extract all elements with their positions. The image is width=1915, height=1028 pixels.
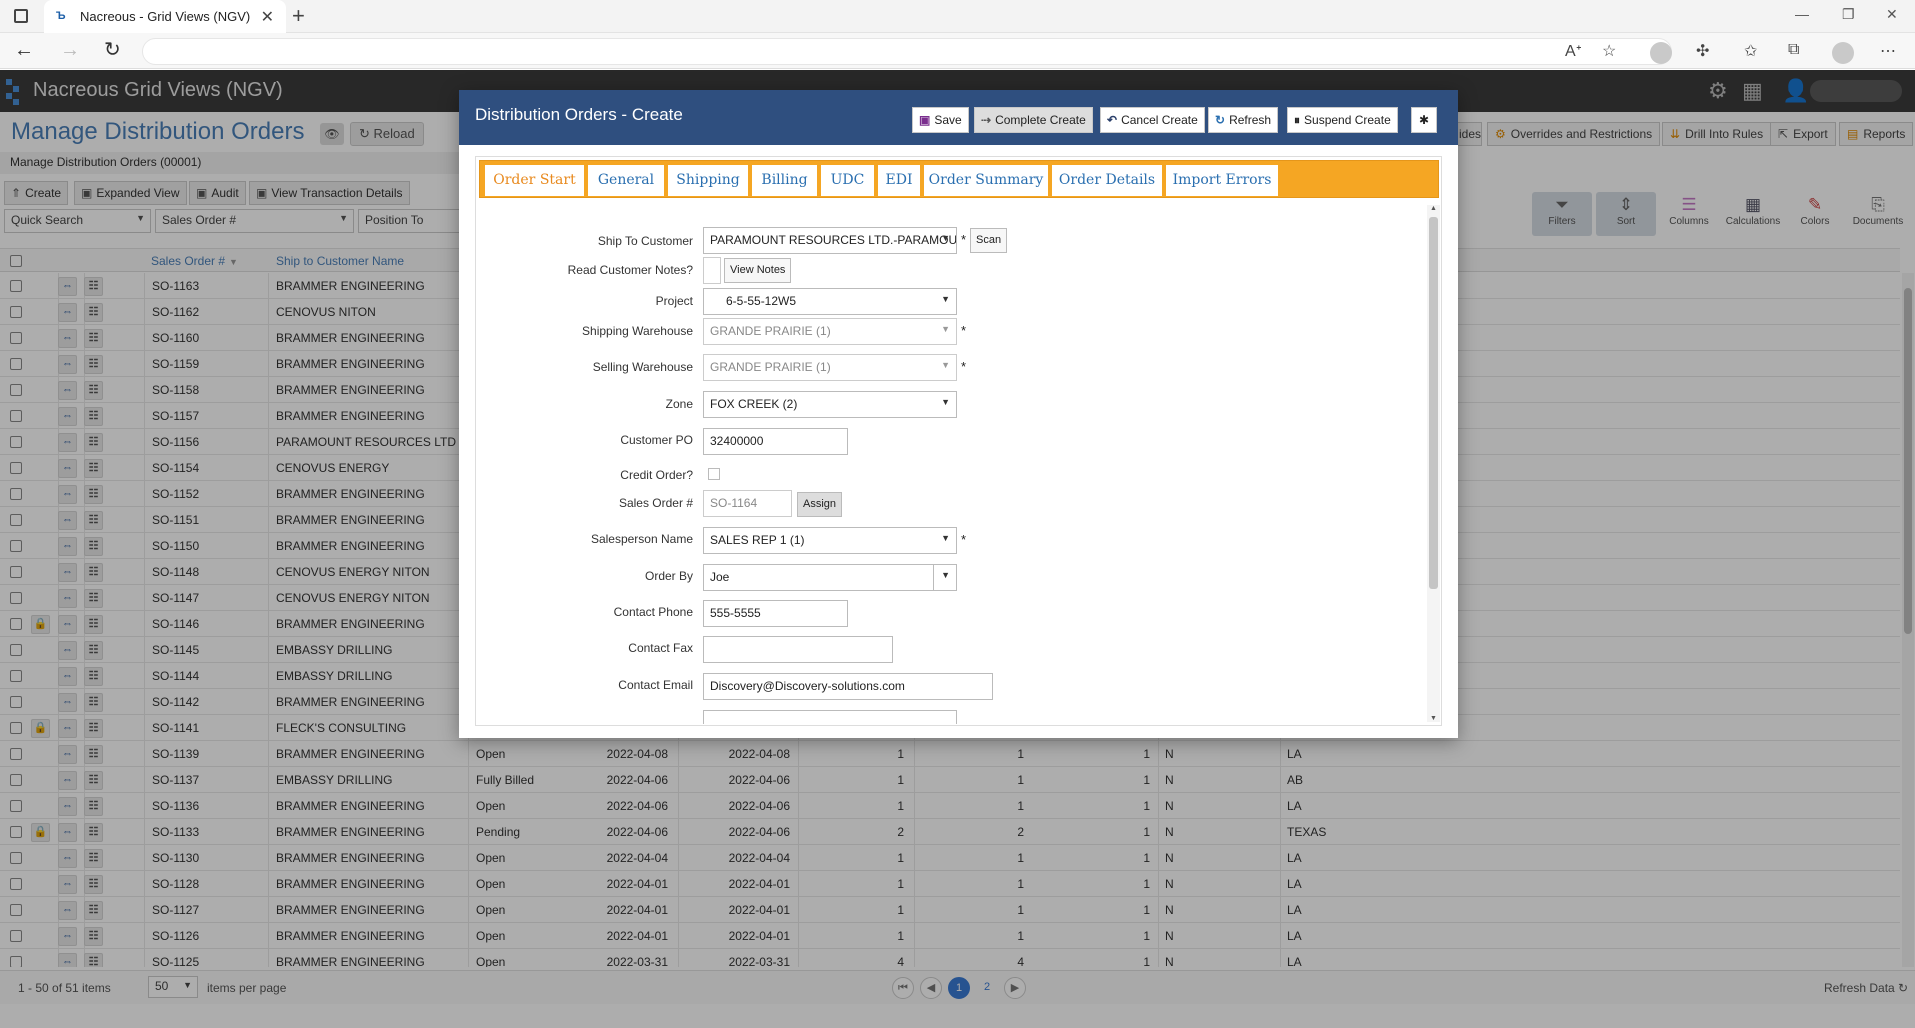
chevron-down-icon: ▼ bbox=[941, 294, 950, 304]
complete-create-button[interactable]: ⇢ Complete Create bbox=[974, 107, 1093, 133]
shipping-warehouse-label: Shipping Warehouse bbox=[582, 324, 693, 338]
required-marker: * bbox=[961, 232, 967, 247]
collections-icon[interactable]: ⧉ bbox=[1788, 41, 1799, 59]
notes-indicator bbox=[703, 257, 721, 284]
address-bar-row: ← → ↻ Aᐩ ☆ ✣ ✩ ⧉ ⋯ bbox=[0, 33, 1915, 69]
scan-button[interactable]: Scan bbox=[970, 228, 1008, 253]
more-icon[interactable]: ⋯ bbox=[1880, 41, 1896, 61]
cancel-create-button[interactable]: ↶ Cancel Create bbox=[1100, 107, 1205, 133]
close-window-button[interactable]: ✕ bbox=[1886, 6, 1898, 23]
project-label: Project bbox=[655, 294, 693, 308]
restore-button[interactable]: ❐ bbox=[1842, 6, 1855, 23]
order-by-combobox[interactable]: Joe ▼ bbox=[703, 564, 957, 591]
favicon-icon: Ъ bbox=[56, 9, 66, 22]
ship-to-customer-select[interactable]: PARAMOUNT RESOURCES LTD.-PARAMOUNT RE...… bbox=[703, 227, 957, 254]
order-by-label: Order By bbox=[644, 569, 693, 583]
chevron-down-icon: ▼ bbox=[941, 233, 950, 243]
form-scrollbar[interactable]: ▲ ▼ bbox=[1427, 205, 1440, 722]
forward-icon[interactable]: → bbox=[60, 40, 80, 60]
tab-import-errors[interactable]: Import Errors bbox=[1166, 165, 1278, 196]
tab-order-summary[interactable]: Order Summary bbox=[924, 165, 1048, 196]
undo-icon: ↶ bbox=[1107, 113, 1118, 127]
chevron-down-icon: ▼ bbox=[941, 360, 950, 370]
contact-phone-input[interactable]: 555-5555 bbox=[703, 600, 848, 627]
tab-udc[interactable]: UDC bbox=[821, 165, 874, 196]
selling-warehouse-select[interactable]: GRANDE PRAIRIE (1) ▼ bbox=[703, 354, 957, 381]
minimize-button[interactable]: — bbox=[1795, 6, 1809, 22]
selling-warehouse-label: Selling Warehouse bbox=[592, 360, 693, 374]
contact-email-label: Contact Email bbox=[618, 678, 693, 692]
contact-phone-label: Contact Phone bbox=[613, 605, 693, 619]
next-field-partial[interactable] bbox=[703, 710, 957, 724]
assign-button[interactable]: Assign bbox=[797, 492, 843, 517]
browser-tab-title: Nacreous - Grid Views (NGV) bbox=[80, 9, 251, 24]
credit-order-label: Credit Order? bbox=[620, 468, 693, 482]
complete-icon: ⇢ bbox=[981, 113, 992, 127]
pause-icon: ⏸ bbox=[1294, 113, 1301, 127]
tab-order-start[interactable]: Order Start bbox=[485, 165, 584, 196]
browser-tab-bar: Ъ Nacreous - Grid Views (NGV) ✕ + — ❐ ✕ bbox=[0, 0, 1915, 33]
required-marker: * bbox=[961, 532, 967, 547]
chevron-down-icon: ▼ bbox=[941, 533, 950, 543]
salesperson-label: Salesperson Name bbox=[590, 532, 693, 546]
salesperson-select[interactable]: SALES REP 1 (1) ▼ bbox=[703, 527, 957, 554]
read-aloud-icon[interactable]: Aᐩ bbox=[1565, 41, 1582, 61]
tab-edi[interactable]: EDI bbox=[878, 165, 920, 196]
create-order-dialog: Distribution Orders - Create ▣ Save ⇢ Comp… bbox=[459, 90, 1458, 738]
read-notes-label: Read Customer Notes? bbox=[567, 263, 693, 277]
shipping-warehouse-select[interactable]: GRANDE PRAIRIE (1) ▼ bbox=[703, 318, 957, 345]
zone-label: Zone bbox=[665, 397, 693, 411]
favorites-icon[interactable]: ✩ bbox=[1744, 41, 1757, 61]
settings-button[interactable]: ✱ bbox=[1411, 107, 1437, 133]
project-select[interactable]: 6-5-55-12W5 ▼ bbox=[703, 288, 957, 315]
extension-icon[interactable] bbox=[1650, 42, 1672, 64]
refresh-icon[interactable]: ↻ bbox=[104, 40, 121, 60]
dialog-body: Order Start General Shipping Billing UDC… bbox=[475, 156, 1442, 726]
browser-tab[interactable]: Ъ Nacreous - Grid Views (NGV) ✕ bbox=[44, 0, 286, 33]
contact-fax-input[interactable] bbox=[703, 636, 893, 663]
favorite-add-icon[interactable]: ☆ bbox=[1602, 41, 1616, 61]
refresh-icon: ↻ bbox=[1215, 113, 1226, 127]
tab-shipping[interactable]: Shipping bbox=[668, 165, 748, 196]
order-start-form: Ship To Customer PARAMOUNT RESOURCES LTD… bbox=[479, 204, 1429, 724]
tab-order-details[interactable]: Order Details bbox=[1052, 165, 1162, 196]
sales-order-input[interactable]: SO-1164 bbox=[703, 490, 792, 517]
zone-select[interactable]: FOX CREEK (2) ▼ bbox=[703, 391, 957, 418]
chevron-down-icon: ▼ bbox=[941, 570, 950, 580]
save-icon: ▣ bbox=[919, 113, 931, 127]
suspend-create-button[interactable]: ⏸ Suspend Create bbox=[1287, 107, 1398, 133]
sales-order-label: Sales Order # bbox=[618, 496, 693, 510]
required-marker: * bbox=[961, 359, 967, 374]
credit-order-checkbox[interactable] bbox=[708, 468, 720, 480]
back-icon[interactable]: ← bbox=[14, 40, 34, 60]
customer-po-input[interactable]: 32400000 bbox=[703, 428, 848, 455]
settings-icon: ✱ bbox=[1418, 113, 1430, 127]
ship-to-customer-label: Ship To Customer bbox=[597, 234, 693, 248]
tab-general[interactable]: General bbox=[588, 165, 664, 196]
extensions-icon[interactable]: ✣ bbox=[1696, 41, 1709, 61]
dialog-title: Distribution Orders - Create bbox=[475, 105, 683, 124]
chevron-down-icon: ▼ bbox=[941, 324, 950, 334]
refresh-button[interactable]: ↻ Refresh bbox=[1208, 107, 1279, 133]
customer-po-label: Customer PO bbox=[620, 433, 693, 447]
scroll-down-icon: ▼ bbox=[1430, 715, 1437, 722]
tab-actions-icon[interactable] bbox=[14, 9, 28, 23]
close-tab-icon[interactable]: ✕ bbox=[261, 7, 274, 27]
new-tab-button[interactable]: + bbox=[292, 4, 305, 28]
dialog-header: Distribution Orders - Create ▣ Save ⇢ Comp… bbox=[459, 90, 1458, 145]
url-input[interactable] bbox=[142, 38, 1672, 65]
dialog-tab-strip: Order Start General Shipping Billing UDC… bbox=[479, 160, 1439, 198]
contact-fax-label: Contact Fax bbox=[628, 641, 693, 655]
scroll-up-icon: ▲ bbox=[1430, 205, 1437, 212]
contact-email-input[interactable]: Discovery@Discovery-solutions.com bbox=[703, 673, 993, 700]
view-notes-button[interactable]: View Notes bbox=[724, 258, 792, 283]
profile-icon[interactable] bbox=[1832, 42, 1854, 64]
required-marker: * bbox=[961, 323, 967, 338]
chevron-down-icon: ▼ bbox=[941, 397, 950, 407]
save-button[interactable]: ▣ Save bbox=[912, 107, 969, 133]
tab-billing[interactable]: Billing bbox=[752, 165, 817, 196]
